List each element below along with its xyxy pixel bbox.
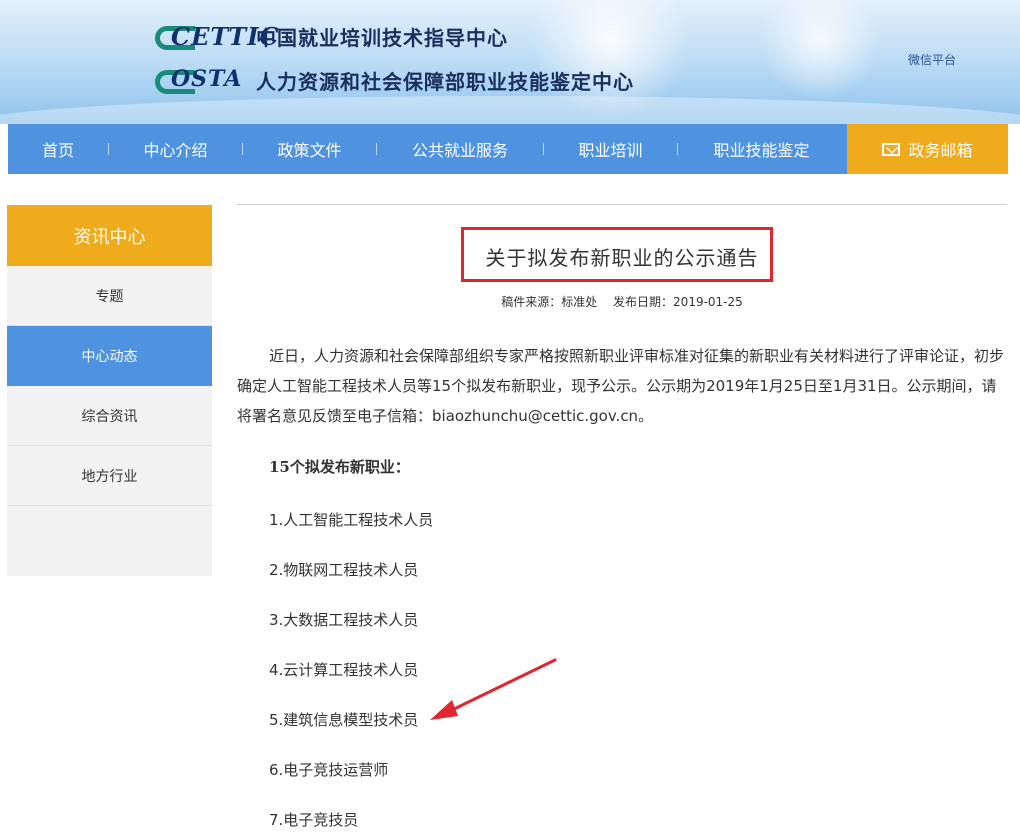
nav-gov-mailbox[interactable]: 政务邮箱 bbox=[847, 124, 1008, 174]
nav-center-intro[interactable]: 中心介绍 bbox=[109, 124, 242, 174]
nav-training[interactable]: 职业培训 bbox=[544, 124, 677, 174]
sidebar-filler bbox=[7, 506, 212, 576]
sidebar-item-local-industry[interactable]: 地方行业 bbox=[7, 446, 212, 506]
sidebar-item-center-news[interactable]: 中心动态 bbox=[7, 326, 212, 386]
occupation-item: 1.人工智能工程技术人员 bbox=[269, 511, 434, 529]
cettic-logo-icon: CETTIC bbox=[155, 20, 279, 52]
divider bbox=[237, 204, 1007, 205]
occupation-item: 3.大数据工程技术人员 bbox=[269, 611, 419, 629]
main-nav: 首页 中心介绍 政策文件 公共就业服务 职业培训 职业技能鉴定 政务邮箱 bbox=[8, 124, 1008, 174]
header-wave bbox=[0, 96, 1020, 124]
header-glow bbox=[760, 0, 880, 100]
nav-home[interactable]: 首页 bbox=[8, 124, 108, 174]
sidebar: 资讯中心 专题 中心动态 综合资讯 地方行业 bbox=[7, 205, 212, 576]
site-header: CETTIC 中国就业培训技术指导中心 OSTA 人力资源和社会保障部职业技能鉴… bbox=[0, 0, 1020, 124]
logo-osta[interactable]: OSTA 人力资源和社会保障部职业技能鉴定中心 bbox=[155, 64, 634, 96]
occupation-item: 4.云计算工程技术人员 bbox=[269, 661, 419, 679]
article-body: 近日，人力资源和社会保障部组织专家严格按照新职业评审标准对征集的新职业有关材料进… bbox=[237, 347, 1005, 425]
sidebar-item-general-info[interactable]: 综合资讯 bbox=[7, 386, 212, 446]
nav-employment[interactable]: 公共就业服务 bbox=[377, 124, 543, 174]
wechat-link[interactable]: 微信平台 bbox=[908, 51, 956, 68]
occupation-item: 2.物联网工程技术人员 bbox=[269, 561, 419, 579]
logo-cettic[interactable]: CETTIC 中国就业培训技术指导中心 bbox=[155, 20, 508, 52]
nav-skill-assessment[interactable]: 职业技能鉴定 bbox=[678, 124, 845, 174]
mail-icon bbox=[882, 142, 901, 156]
occupation-list-heading: 15个拟发布新职业： bbox=[269, 458, 410, 476]
article: 关于拟发布新职业的公示通告 稿件来源：标准处 发布日期：2019-01-25 近… bbox=[237, 204, 1007, 829]
occupation-item: 7.电子竞技员 bbox=[269, 811, 359, 829]
article-date: 发布日期：2019-01-25 bbox=[613, 295, 743, 309]
org-name-osta: 人力资源和社会保障部职业技能鉴定中心 bbox=[256, 69, 634, 94]
sidebar-title: 资讯中心 bbox=[7, 205, 212, 266]
nav-policy[interactable]: 政策文件 bbox=[243, 124, 376, 174]
nav-mail-label: 政务邮箱 bbox=[908, 141, 973, 160]
occupation-item: 6.电子竞技运营师 bbox=[269, 761, 389, 779]
osta-logo-icon: OSTA bbox=[155, 64, 250, 96]
article-title: 关于拟发布新职业的公示通告 bbox=[485, 246, 759, 270]
article-meta: 稿件来源：标准处 发布日期：2019-01-25 bbox=[237, 293, 1007, 310]
article-source: 稿件来源：标准处 bbox=[501, 295, 598, 309]
occupation-item: 5.建筑信息模型技术员 bbox=[269, 711, 419, 729]
sidebar-item-topics[interactable]: 专题 bbox=[7, 266, 212, 326]
org-name-cettic: 中国就业培训技术指导中心 bbox=[256, 25, 508, 50]
